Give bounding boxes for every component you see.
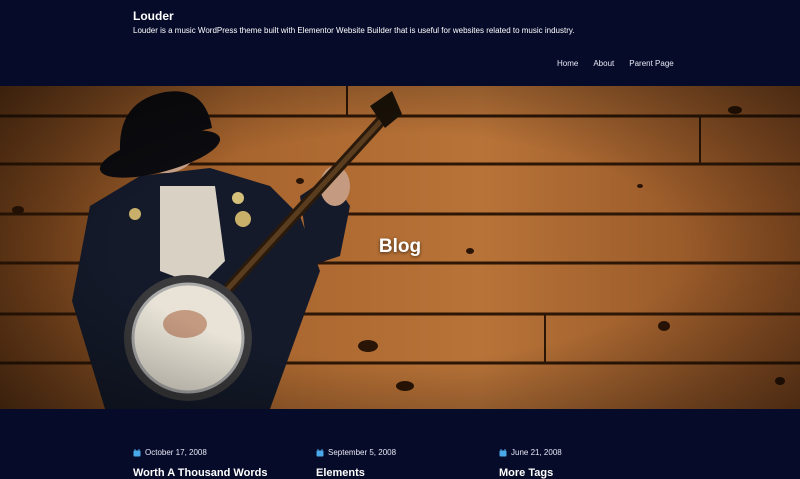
calendar-icon [316,448,324,456]
posts-list: October 17, 2008 Worth A Thousand Words … [0,409,800,479]
post-date[interactable]: June 21, 2008 [511,448,562,457]
site-header: Louder Louder is a music WordPress theme… [0,0,800,86]
page-title: Blog [378,236,422,257]
site-tagline: Louder is a music WordPress theme built … [133,26,575,35]
hero-banner: Blog [0,86,800,409]
post-date[interactable]: October 17, 2008 [145,448,207,457]
site-title[interactable]: Louder [133,9,174,23]
calendar-icon [133,448,141,456]
post-item: October 17, 2008 Worth A Thousand Words [133,448,267,479]
post-title[interactable]: More Tags [499,467,562,479]
nav-item-parent-page[interactable]: Parent Page [629,59,673,68]
post-title[interactable]: Elements [316,467,396,479]
post-date[interactable]: September 5, 2008 [328,448,396,457]
post-item: June 21, 2008 More Tags [499,448,562,479]
post-item: September 5, 2008 Elements [316,448,396,479]
post-title[interactable]: Worth A Thousand Words [133,467,267,479]
calendar-icon [499,448,507,456]
nav-item-about[interactable]: About [593,59,614,68]
main-nav: Home About Parent Page [557,59,689,68]
nav-item-home[interactable]: Home [557,59,578,68]
